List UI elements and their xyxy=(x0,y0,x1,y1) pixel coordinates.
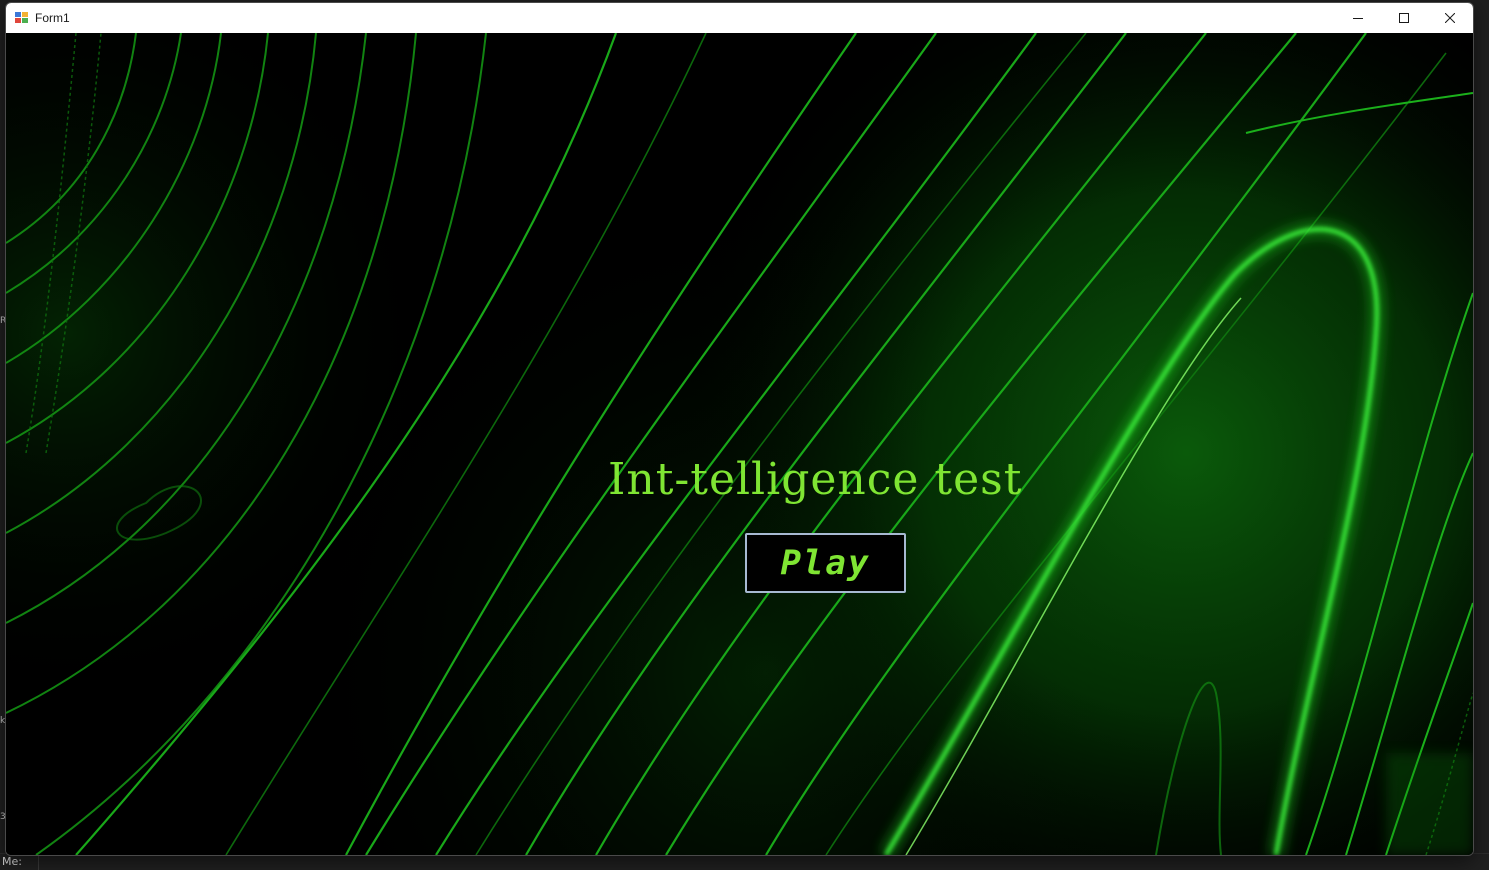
close-icon xyxy=(1445,13,1455,23)
winforms-app-icon xyxy=(15,12,29,24)
app-window: Form1 Int-telligence test Play xyxy=(5,2,1474,856)
taskbar-label[interactable]: Me: xyxy=(2,855,22,868)
taskbar-divider xyxy=(38,856,39,870)
caption-buttons xyxy=(1335,3,1473,33)
maximize-icon xyxy=(1399,13,1409,23)
title-bar[interactable]: Form1 xyxy=(6,3,1473,33)
page-title: Int-telligence test xyxy=(608,454,1023,505)
maximize-button[interactable] xyxy=(1381,3,1427,33)
form-client-area: Int-telligence test Play xyxy=(6,33,1473,855)
green-wave-background xyxy=(6,33,1473,855)
window-title: Form1 xyxy=(35,11,70,25)
close-button[interactable] xyxy=(1427,3,1473,33)
minimize-button[interactable] xyxy=(1335,3,1381,33)
play-button[interactable]: Play xyxy=(745,533,906,593)
minimize-icon xyxy=(1353,18,1363,19)
